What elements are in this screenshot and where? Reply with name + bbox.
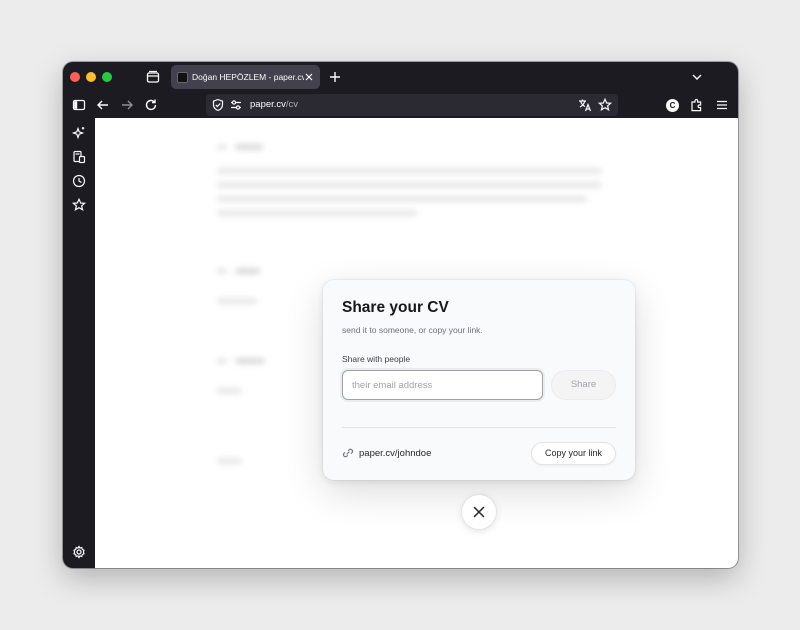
menu-icon[interactable]: [714, 97, 730, 113]
back-icon[interactable]: [95, 97, 111, 113]
tab-active[interactable]: Doğan HEPÖZLEM - paper.cv: [171, 65, 320, 89]
translate-icon[interactable]: [577, 97, 593, 113]
url-host: paper.cv: [250, 99, 286, 110]
navigation-toolbar: paper.cv/cv C: [63, 92, 738, 118]
email-input[interactable]: [342, 370, 543, 400]
bookmarks-icon[interactable]: [71, 197, 87, 213]
close-dialog-button[interactable]: [462, 495, 496, 529]
history-icon[interactable]: [71, 173, 87, 189]
profile-link: paper.cv/johndoe: [359, 448, 432, 459]
divider: [342, 427, 616, 428]
reload-icon[interactable]: [143, 97, 159, 113]
settings-gear-icon[interactable]: [71, 544, 87, 560]
browser-sidebar: [63, 118, 95, 568]
dialog-subtitle: send it to someone, or copy your link.: [342, 325, 483, 335]
share-button[interactable]: Share: [551, 370, 616, 400]
url-text: paper.cv/cv: [250, 99, 298, 110]
address-bar[interactable]: paper.cv/cv: [206, 94, 618, 116]
close-tab-icon[interactable]: [304, 72, 314, 82]
tab-overview-icon[interactable]: [145, 69, 161, 85]
page-content: Share your CV send it to someone, or cop…: [95, 118, 738, 568]
account-avatar[interactable]: C: [666, 99, 679, 112]
url-path: /cv: [285, 99, 299, 110]
browser-window: Doğan HEPÖZLEM - paper.cv paper.cv/cv C …: [63, 62, 738, 568]
chevron-down-icon[interactable]: [690, 70, 704, 84]
share-label: Share with people: [342, 354, 411, 364]
new-tab-icon[interactable]: [328, 70, 342, 84]
shield-icon[interactable]: [210, 97, 226, 113]
share-cv-dialog: Share your CV send it to someone, or cop…: [323, 280, 635, 480]
bookmark-star-icon[interactable]: [597, 97, 613, 113]
copy-link-button[interactable]: Copy your link: [531, 442, 616, 465]
forward-icon[interactable]: [119, 97, 135, 113]
ai-sparkle-icon[interactable]: [71, 125, 87, 141]
synced-tabs-icon[interactable]: [71, 149, 87, 165]
extensions-icon[interactable]: [689, 97, 705, 113]
tab-strip: Doğan HEPÖZLEM - paper.cv: [63, 62, 738, 92]
dialog-title: Share your CV: [342, 299, 449, 316]
link-icon: [342, 448, 354, 458]
site-permissions-icon[interactable]: [228, 97, 244, 113]
sidebar-toggle-icon[interactable]: [71, 97, 87, 113]
minimize-window-button[interactable]: [86, 72, 96, 82]
close-icon: [473, 506, 485, 518]
maximize-window-button[interactable]: [102, 72, 112, 82]
favicon-icon: [177, 71, 188, 83]
close-window-button[interactable]: [70, 72, 80, 82]
tab-title: Doğan HEPÖZLEM - paper.cv: [192, 72, 304, 82]
